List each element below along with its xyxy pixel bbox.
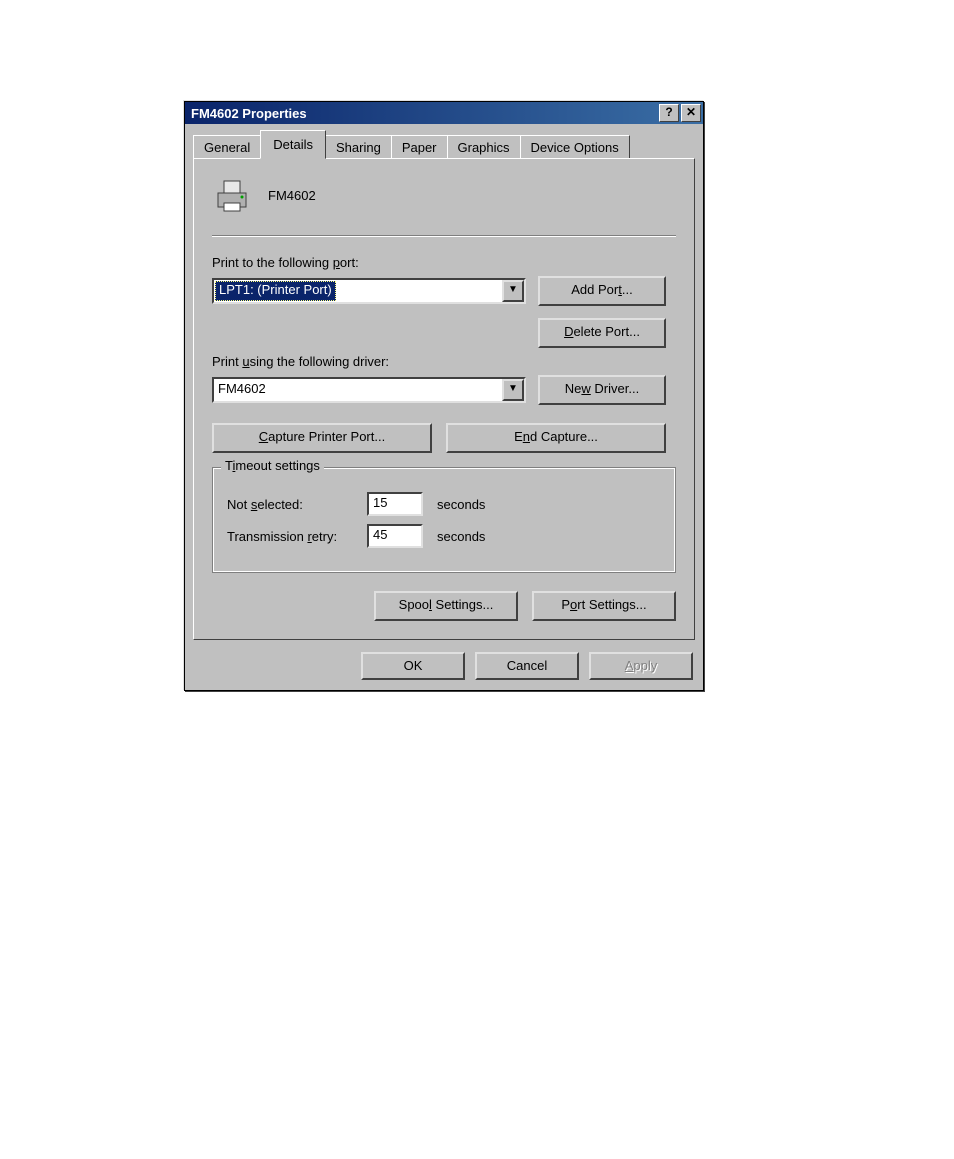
- details-sheet: FM4602 Print to the following port: LPT1…: [193, 158, 695, 640]
- capture-port-button[interactable]: Capture Printer Port...: [212, 423, 432, 453]
- help-button[interactable]: ?: [659, 104, 679, 122]
- tab-strip: General Details Sharing Paper Graphics D…: [193, 132, 695, 158]
- driver-label: Print using the following driver:: [212, 354, 676, 369]
- driver-combobox[interactable]: FM4602 ▼: [212, 377, 526, 403]
- ok-button[interactable]: OK: [361, 652, 465, 680]
- printer-icon: [212, 175, 252, 215]
- tab-sharing[interactable]: Sharing: [325, 135, 392, 159]
- port-combobox[interactable]: LPT1: (Printer Port) ▼: [212, 278, 526, 304]
- chevron-down-icon[interactable]: ▼: [502, 379, 524, 401]
- timeout-legend: Timeout settings: [221, 458, 324, 473]
- tab-device-options[interactable]: Device Options: [520, 135, 630, 159]
- apply-button[interactable]: Apply: [589, 652, 693, 680]
- new-driver-button[interactable]: New Driver...: [538, 375, 666, 405]
- transmission-retry-label: Transmission retry:: [227, 529, 367, 544]
- port-label: Print to the following port:: [212, 255, 676, 270]
- transmission-retry-input[interactable]: 45: [367, 524, 423, 548]
- window-title: FM4602 Properties: [191, 106, 657, 121]
- titlebar[interactable]: FM4602 Properties ? ✕: [185, 102, 703, 124]
- port-value: LPT1: (Printer Port): [215, 281, 336, 301]
- cancel-button[interactable]: Cancel: [475, 652, 579, 680]
- delete-port-button[interactable]: Delete Port...: [538, 318, 666, 348]
- properties-window: FM4602 Properties ? ✕ General Details Sh…: [184, 101, 704, 691]
- port-settings-button[interactable]: Port Settings...: [532, 591, 676, 621]
- not-selected-label: Not selected:: [227, 497, 367, 512]
- not-selected-input[interactable]: 15: [367, 492, 423, 516]
- tab-general[interactable]: General: [193, 135, 261, 159]
- tab-graphics[interactable]: Graphics: [447, 135, 521, 159]
- driver-value: FM4602: [214, 379, 502, 401]
- add-port-button[interactable]: Add Port...: [538, 276, 666, 306]
- dialog-button-row: OK Cancel Apply: [185, 648, 703, 690]
- spool-settings-button[interactable]: Spool Settings...: [374, 591, 518, 621]
- chevron-down-icon[interactable]: ▼: [502, 280, 524, 302]
- timeout-groupbox: Timeout settings Not selected: 15 second…: [212, 467, 676, 573]
- seconds-label: seconds: [437, 529, 485, 544]
- end-capture-button[interactable]: End Capture...: [446, 423, 666, 453]
- separator: [212, 235, 676, 237]
- tab-details[interactable]: Details: [260, 130, 326, 159]
- seconds-label: seconds: [437, 497, 485, 512]
- tab-paper[interactable]: Paper: [391, 135, 448, 159]
- printer-name-label: FM4602: [268, 188, 316, 203]
- close-button[interactable]: ✕: [681, 104, 701, 122]
